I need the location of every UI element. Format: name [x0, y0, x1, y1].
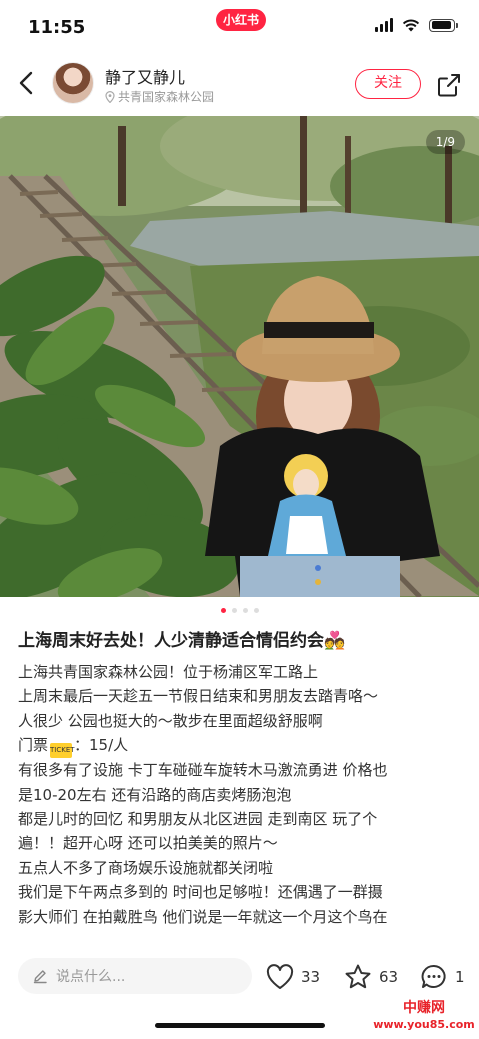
image-page-counter: 1/9: [425, 130, 465, 154]
post-body: 上海共青国家森林公园！位于杨浦区军工路上 上周末最后一天趁五一节假日结束和男朋友…: [18, 660, 468, 950]
author-avatar[interactable]: [52, 62, 94, 104]
location-pin-icon: [105, 90, 115, 103]
post-title: 上海周末好去处！人少清静适合情侣约会💑: [18, 631, 346, 651]
cellular-signal-icon: [375, 18, 393, 32]
watermark-title: 中赚网: [403, 1000, 445, 1016]
carousel-dot: [242, 607, 248, 613]
status-time: 11:55: [28, 17, 86, 38]
post-photo[interactable]: 1/9: [0, 116, 479, 597]
body-line: 影大师们 在拍戴胜鸟 他们说是一年就这一个月这个鸟在: [18, 907, 388, 926]
ticket-price: ：15/人: [74, 736, 129, 755]
chevron-left-icon: [19, 71, 33, 95]
follow-button[interactable]: 关注: [355, 69, 421, 99]
carousel-dot: [231, 607, 237, 613]
pencil-icon: [33, 970, 47, 984]
post-header: 静了又静儿 共青国家森林公园 关注: [0, 52, 479, 114]
carousel-dots: [0, 605, 479, 615]
app-badge: 小红书: [216, 9, 266, 31]
body-line: 上海共青国家森林公园！位于杨浦区军工路上: [18, 663, 319, 681]
site-watermark: 中赚网 www.you85.com: [372, 1000, 476, 1036]
like-count: 33: [301, 968, 321, 986]
home-indicator[interactable]: [155, 1023, 325, 1028]
status-bar: 11:55 小红书: [0, 0, 479, 52]
heart-icon: [266, 964, 294, 989]
park-photo-illustration: [0, 116, 479, 597]
comment-count: 1: [455, 968, 465, 986]
comment-input[interactable]: 说点什么...: [18, 958, 252, 994]
share-button[interactable]: [435, 71, 463, 99]
star-icon: [345, 964, 371, 989]
body-line: 五点人不多了商场娱乐设施就都关闭啦: [18, 858, 274, 877]
ticket-prefix: 门票: [18, 736, 49, 755]
back-button[interactable]: [12, 66, 40, 100]
comment-button[interactable]: 1: [420, 960, 465, 994]
collect-button[interactable]: 63: [344, 960, 398, 994]
bottom-action-bar: 说点什么... 33 63 1: [0, 952, 479, 1002]
body-line: 都是儿时的回忆 和男朋友从北区进园 走到南区 玩了个: [18, 810, 378, 829]
ticket-icon: TICKET: [50, 743, 75, 759]
location-text: 共青国家森林公园: [118, 90, 215, 104]
carousel-dot: [253, 607, 259, 613]
body-line: 遍！！超开心呀 还可以拍美美的照片～: [18, 834, 278, 853]
battery-icon: [429, 18, 458, 32]
body-line: 是10-20左右 还有沿路的商店卖烤肠泡泡: [18, 785, 292, 804]
like-button[interactable]: 33: [266, 960, 320, 994]
body-line-ticket: 门票 TICKET：15/人: [18, 733, 468, 759]
author-name[interactable]: 静了又静儿: [105, 64, 185, 88]
body-line: 有很多有了设施 卡丁车碰碰车旋转木马激流勇进 价格也: [18, 761, 388, 780]
carousel-dot-active: [220, 607, 226, 613]
comment-placeholder: 说点什么...: [56, 969, 126, 985]
location-tag[interactable]: 共青国家森林公园: [105, 88, 214, 105]
watermark-url: www.you85.com: [373, 1018, 475, 1031]
body-line: 我们是下午两点多到的 时间也足够啦！还偶遇了一群摄: [18, 883, 383, 902]
collect-count: 63: [379, 968, 399, 986]
wifi-icon: [402, 19, 420, 32]
comment-bubble-icon: [421, 964, 446, 988]
share-icon: [438, 74, 460, 97]
status-icons: [375, 18, 458, 32]
body-line: 上周末最后一天趁五一节假日结束和男朋友去踏青咯～: [18, 687, 379, 706]
body-line: 人很少 公园也挺大的～散步在里面超级舒服啊: [18, 711, 323, 730]
